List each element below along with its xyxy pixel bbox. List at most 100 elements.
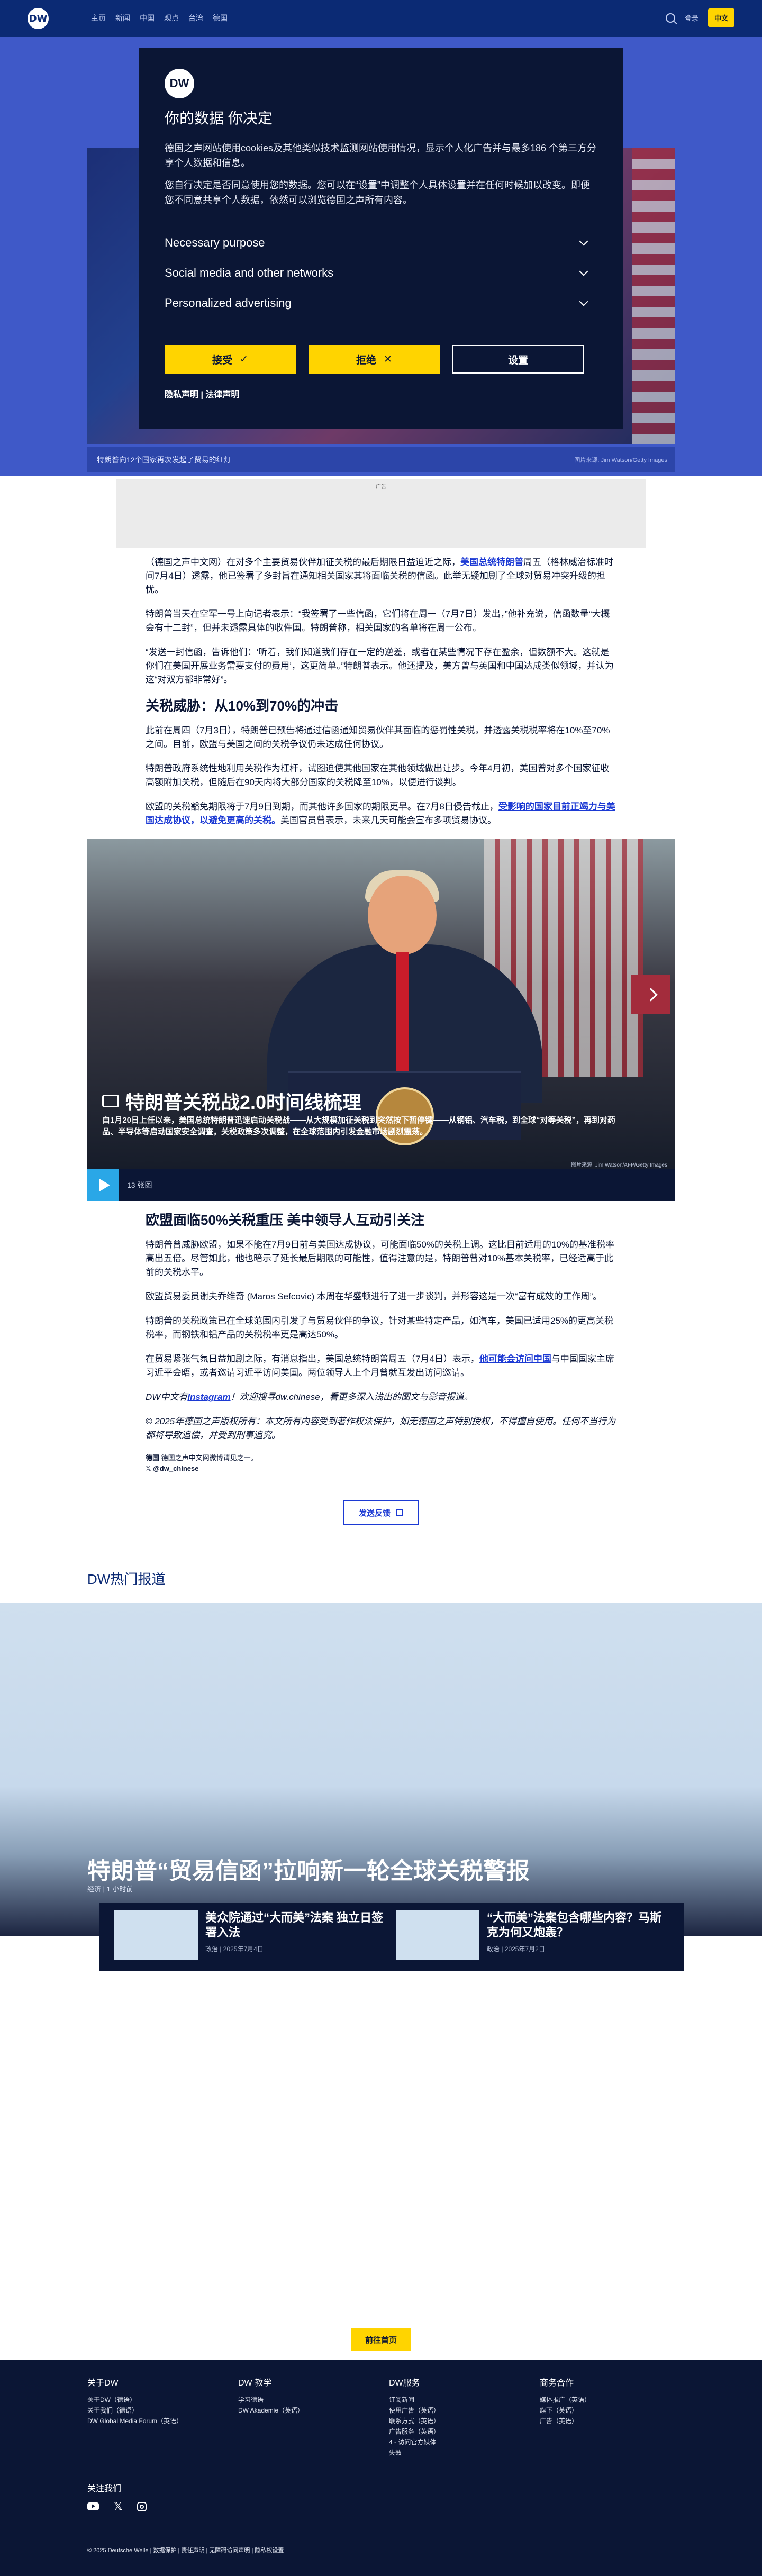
nav-item[interactable]: 台湾 xyxy=(188,13,203,23)
related-card[interactable]: “大而美”法案包含哪些内容？马斯克为何又炮轰？ 政治 | 2025年7月2日 xyxy=(396,1910,666,1963)
nav-item[interactable]: 中国 xyxy=(140,13,155,23)
hero-credit: 图片来源: Jim Watson/Getty Images xyxy=(574,457,667,463)
footer-link[interactable]: 关于我们（德语） xyxy=(87,2405,220,2416)
chevron-right-icon xyxy=(644,988,658,1002)
nav-item[interactable]: 主页 xyxy=(91,13,106,23)
gallery-credit: 图片来源: Jim Watson/AFP/Getty Images xyxy=(571,1162,667,1168)
ad-label: 广告 xyxy=(376,484,386,490)
related-card[interactable]: 美众院通过“大而美”法案 独立日签署入法 政治 | 2025年7月4日 xyxy=(114,1910,384,1963)
card-title: 美众院通过“大而美”法案 独立日签署入法 xyxy=(205,1911,384,1939)
language-selector[interactable]: 中文 xyxy=(707,8,734,27)
footer-link[interactable]: 学习德语 xyxy=(238,2395,370,2405)
external-icon xyxy=(396,1509,403,1516)
instagram-icon[interactable] xyxy=(137,2501,147,2511)
card-meta: 政治 | 2025年7月2日 xyxy=(487,1945,545,1953)
nav-item[interactable]: 德国 xyxy=(213,13,228,23)
paragraph: “发送一封信函，告诉他们：‘听着，我们知道我们存在一定的逆差，或者在某些情况下存… xyxy=(146,647,614,685)
footer-legal[interactable]: © 2025 Deutsche Welle | 数据保护 | 责任声明 | 无障… xyxy=(87,2546,284,2554)
home-button[interactable]: 前往首页 xyxy=(351,2328,411,2351)
follow-line: 德国 德国之声中文网微博请见之一。 xyxy=(146,1453,616,1463)
inline-link[interactable]: 他可能会访问中国 xyxy=(479,1354,551,1364)
accept-label: 接受 xyxy=(212,354,233,366)
follow-tag[interactable]: 德国 xyxy=(146,1454,159,1462)
header-tools: 登录 中文 xyxy=(665,8,734,27)
footer-link[interactable]: 关于DW（德语） xyxy=(87,2395,220,2405)
paragraph: 欧盟贸易委员谢夫乔维奇 (Maros Sefcovic) 本周在华盛顿进行了进一… xyxy=(146,1291,602,1301)
footer-link[interactable]: 广告服务（英语） xyxy=(389,2426,521,2437)
paragraph: 此前在周四（7月3日），特朗普已预告将通过信函通知贸易伙伴其面临的惩罚性关税，并… xyxy=(146,725,610,749)
paragraph: （德国之声中文网）在对多个主要贸易伙伴加征关税的最后期限日益迫近之际，美国总统特… xyxy=(146,556,616,597)
chevron-down-icon xyxy=(579,297,588,306)
follow-x[interactable]: 𝕏 @dw_chinese xyxy=(146,1463,616,1474)
footer-heading: DW服务 xyxy=(389,2379,420,2388)
card-title: “大而美”法案包含哪些内容？马斯克为何又炮轰？ xyxy=(487,1911,662,1939)
legal-links[interactable]: 隐私声明 | 法律声明 xyxy=(165,387,597,400)
footer-link[interactable]: 广告（英语） xyxy=(540,2416,672,2426)
footer-link[interactable]: 失效 xyxy=(389,2447,521,2458)
gallery-icon xyxy=(102,1095,119,1107)
image-gallery[interactable]: 特朗普关税战2.0时间线梳理 自1月20日上任以来，美国总统特朗普迅速启动关税战… xyxy=(87,839,675,1201)
purpose-social-media[interactable]: Social media and other networks xyxy=(165,258,597,288)
popular-heading: DW热门报道 xyxy=(87,1571,166,1587)
reject-label: 拒绝 xyxy=(356,354,377,366)
cookie-title: 你的数据 你决定 xyxy=(165,110,273,126)
purpose-necessary[interactable]: Necessary purpose xyxy=(165,227,597,258)
footer-heading: 关于DW xyxy=(87,2379,119,2388)
gallery-next-button[interactable] xyxy=(631,975,670,1014)
paragraph: 在贸易紧张气氛日益加剧之际，有消息指出，美国总统特朗普周五（7月4日）表示，他可… xyxy=(146,1352,616,1380)
cookie-actions: 接受 ✓ 拒绝 ✕ 设置 xyxy=(165,345,597,374)
footer-heading: DW 教学 xyxy=(238,2379,272,2388)
text: （德国之声中文网）在对多个主要贸易伙伴加征关税的最后期限日益迫近之际， xyxy=(146,557,460,567)
follow-text: 德国之声中文网微博请见之一。 xyxy=(161,1454,258,1462)
flag-decoration xyxy=(632,148,675,444)
nav-item[interactable]: 新闻 xyxy=(115,13,130,23)
hero-caption-text: 特朗普向12个国家再次发起了贸易的红灯 xyxy=(97,456,231,464)
x-icon[interactable]: 𝕏 xyxy=(114,2500,122,2513)
footer-heading: 商务合作 xyxy=(540,2379,574,2388)
copyright-note: © 2025年德国之声版权所有：本文所有内容受到著作权法保护，如无德国之声特别授… xyxy=(146,1416,616,1440)
dw-logo[interactable]: DW xyxy=(28,7,61,30)
card-thumbnail xyxy=(396,1910,479,1960)
text: 美国官员曾表示，未来几天可能会宣布多项贸易协议。 xyxy=(280,815,496,825)
text: ！欢迎搜寻dw.chinese，看更多深入浅出的图文与影音报道。 xyxy=(230,1392,473,1402)
footer-link[interactable]: 旗下（英语） xyxy=(540,2405,672,2416)
gallery-controls: 13 张图 xyxy=(87,1169,675,1201)
purpose-advertising[interactable]: Personalized advertising xyxy=(165,288,597,318)
footer-link[interactable]: 订阅新闻 xyxy=(389,2395,521,2405)
footer-link[interactable]: 4 - 访问官方媒体 xyxy=(389,2437,521,2447)
paragraph: 特朗普当天在空军一号上向记者表示：“我签署了一些信函，它们将在周一（7月7日）发… xyxy=(146,609,610,633)
footer-link[interactable]: DW Akademie（英语） xyxy=(238,2405,370,2416)
play-icon xyxy=(99,1179,110,1191)
nav-item[interactable]: 观点 xyxy=(164,13,179,23)
paragraph: DW中文有Instagram！欢迎搜寻dw.chinese，看更多深入浅出的图文… xyxy=(146,1390,616,1404)
instagram-link[interactable]: Instagram xyxy=(187,1392,230,1402)
search-icon[interactable] xyxy=(665,13,675,23)
follow-info: 德国 德国之声中文网微博请见之一。 𝕏 @dw_chinese xyxy=(146,1453,616,1474)
youtube-icon[interactable] xyxy=(87,2502,99,2510)
social-links: 𝕏 xyxy=(87,2500,147,2513)
popular-title[interactable]: 特朗普“贸易信函”拉响新一轮全球关税警报 xyxy=(87,1852,530,1886)
dw-logo-badge: DW xyxy=(28,8,49,29)
chevron-down-icon xyxy=(579,236,588,245)
gallery-title: 特朗普关税战2.0时间线梳理 xyxy=(102,1087,361,1115)
accept-button[interactable]: 接受 ✓ xyxy=(165,345,296,374)
cookie-text: 您自行决定是否同意使用您的数据。您可以在“设置”中调整个人具体设置并在任何时候加… xyxy=(165,180,590,205)
x-icon: 𝕏 xyxy=(146,1464,151,1472)
play-button[interactable] xyxy=(87,1169,119,1201)
footer-link[interactable]: 联系方式（英语） xyxy=(389,2416,521,2426)
footer-col-learning: DW 教学 学习德语 DW Akademie（英语） xyxy=(238,2375,370,2416)
section-heading: 关税威胁：从10%到70%的冲击 xyxy=(146,698,339,714)
gallery-photo-figure xyxy=(368,876,437,955)
paragraph: 特朗普的关税政策已在全球范围内引发了与贸易伙伴的争议，针对某些特定产品，如汽车，… xyxy=(146,1316,614,1340)
article-body: （德国之声中文网）在对多个主要贸易伙伴加征关税的最后期限日益迫近之际，美国总统特… xyxy=(146,556,616,838)
settings-button[interactable]: 设置 xyxy=(452,345,584,374)
inline-link[interactable]: 美国总统特朗普 xyxy=(460,557,523,567)
login-link[interactable]: 登录 xyxy=(685,13,698,23)
footer-link[interactable]: DW Global Media Forum（英语） xyxy=(87,2416,220,2426)
cookie-purposes: Necessary purpose Social media and other… xyxy=(165,227,597,318)
footer-link[interactable]: 使用广告（英语） xyxy=(389,2405,521,2416)
reject-button[interactable]: 拒绝 ✕ xyxy=(309,345,440,374)
feedback-button[interactable]: 发送反馈 xyxy=(343,1500,419,1525)
footer-link[interactable]: 媒体推广（英语） xyxy=(540,2395,672,2405)
paragraph: 欧盟的关税豁免期限将于7月9日到期，而其他许多国家的期限更早。在7月8日侵告截止… xyxy=(146,800,616,827)
